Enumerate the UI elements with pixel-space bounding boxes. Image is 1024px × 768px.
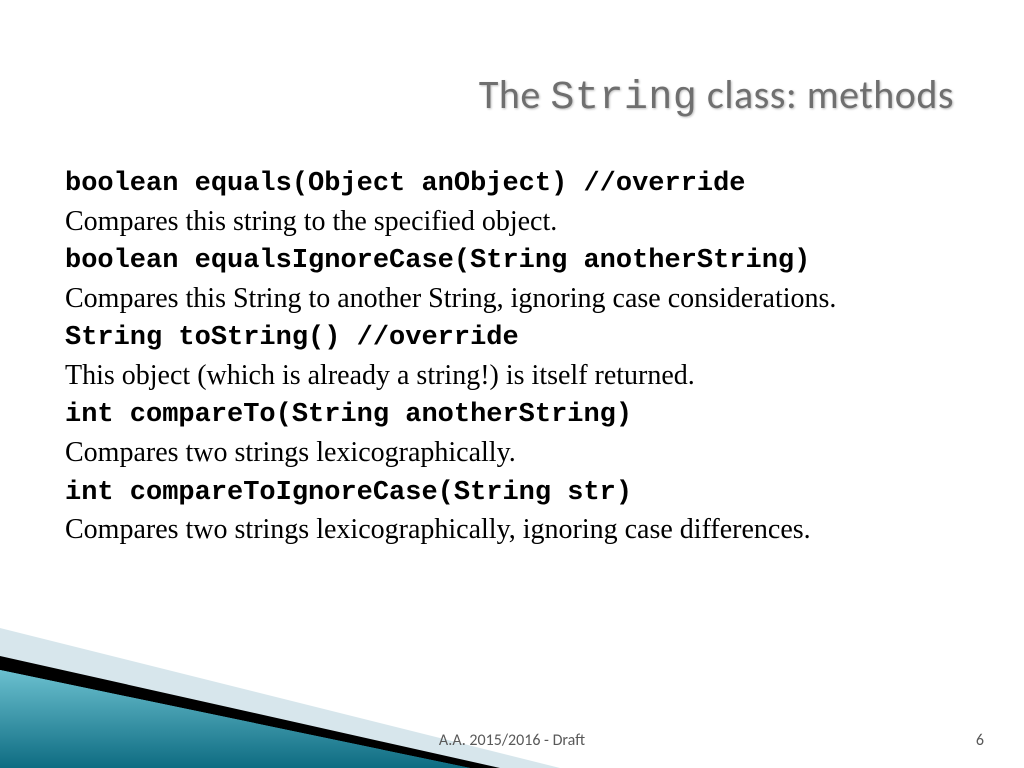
- title-code: String: [550, 76, 697, 121]
- method-description: Compares this string to the specified ob…: [65, 203, 964, 240]
- method-signature: int compareToIgnoreCase(String str): [65, 476, 964, 512]
- page-number: 6: [976, 731, 984, 750]
- content-body: boolean equals(Object anObject) //overri…: [65, 165, 964, 553]
- method-signature: boolean equals(Object anObject) //overri…: [65, 167, 964, 203]
- title-post: class: methods: [697, 70, 954, 119]
- method-signature: int compareTo(String anotherString): [65, 398, 964, 434]
- footer-note: A.A. 2015/2016 - Draft: [0, 731, 1024, 750]
- title-pre: The: [479, 70, 550, 119]
- slide-title: The String class: methods: [479, 70, 954, 121]
- method-description: Compares two strings lexicographically, …: [65, 511, 964, 548]
- method-description: This object (which is already a string!)…: [65, 357, 964, 394]
- method-description: Compares this String to another String, …: [65, 280, 964, 317]
- method-signature: boolean equalsIgnoreCase(String anotherS…: [65, 244, 964, 280]
- method-description: Compares two strings lexicographically.: [65, 434, 964, 471]
- method-signature: String toString() //override: [65, 321, 964, 357]
- slide: The String class: methods boolean equals…: [0, 0, 1024, 768]
